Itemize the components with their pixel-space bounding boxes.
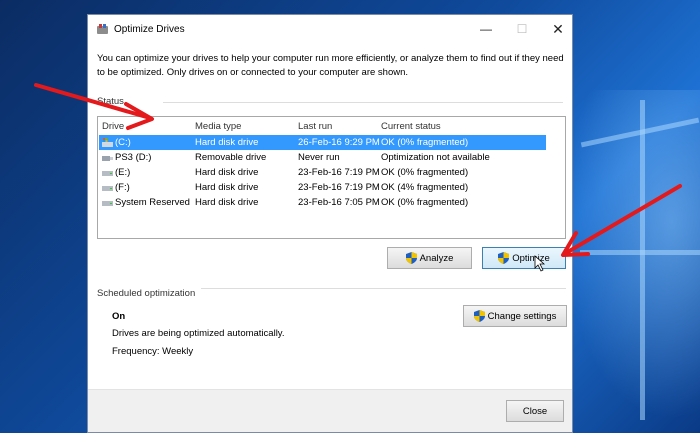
close-window-button[interactable]: ✕ [544, 19, 572, 39]
drive-last-run: 23-Feb-16 7:19 PM [298, 167, 380, 178]
drive-name: (F:) [115, 182, 130, 193]
drive-media-type: Removable drive [195, 152, 267, 163]
close-button-label: Close [522, 405, 548, 417]
drive-current-status: OK (4% fragmented) [381, 182, 469, 193]
optimize-button-label: Optimize [512, 252, 550, 264]
maximize-button[interactable]: ☐ [508, 19, 536, 39]
column-header-drive[interactable]: Drive [102, 121, 124, 132]
hard-drive-icon [102, 186, 113, 191]
red-arrow-icon [561, 184, 682, 257]
drive-name: (C:) [115, 137, 131, 148]
status-group-divider [163, 102, 563, 103]
schedule-message: Drives are being optimized automatically… [112, 328, 285, 339]
drive-name: PS3 (D:) [115, 152, 152, 163]
window-description: You can optimize your drives to help you… [97, 53, 564, 78]
scheduled-group-label: Scheduled optimization [97, 288, 202, 299]
drive-media-type: Hard disk drive [195, 167, 259, 178]
close-button[interactable]: Close [506, 400, 564, 422]
uac-shield-icon [498, 252, 510, 264]
drive-last-run: 23-Feb-16 7:19 PM [298, 182, 380, 193]
status-group-label: Status [97, 96, 130, 107]
drive-row-f[interactable]: (F:) Hard disk drive 23-Feb-16 7:19 PM O… [99, 180, 546, 195]
desktop-wallpaper-glow [560, 90, 700, 420]
window-title: Optimize Drives [114, 24, 185, 35]
drive-name: (E:) [115, 167, 131, 178]
drive-media-type: Hard disk drive [195, 137, 259, 148]
schedule-state: On [112, 311, 126, 322]
drive-row-e[interactable]: (E:) Hard disk drive 23-Feb-16 7:19 PM O… [99, 165, 546, 180]
windows-drive-icon [102, 138, 113, 147]
analyze-button-label: Analyze [419, 252, 454, 264]
drive-current-status: OK (0% fragmented) [381, 167, 469, 178]
drive-name: System Reserved [115, 197, 190, 208]
drive-current-status: OK (0% fragmented) [381, 137, 469, 148]
drive-current-status: OK (0% fragmented) [381, 197, 469, 208]
wallpaper-light-beam [640, 100, 645, 420]
drive-row-system-reserved[interactable]: System Reserved Hard disk drive 23-Feb-1… [99, 195, 546, 210]
drive-last-run: Never run [298, 152, 340, 163]
uac-shield-icon [405, 252, 417, 264]
column-header-media-type[interactable]: Media type [195, 121, 241, 132]
minimize-button[interactable]: — [472, 19, 500, 39]
column-header-current-status[interactable]: Current status [381, 121, 441, 132]
drive-current-status: Optimization not available [381, 152, 490, 163]
drive-row-c[interactable]: (C:) Hard disk drive 26-Feb-16 9:29 PM O… [99, 135, 546, 150]
schedule-frequency: Frequency: Weekly [112, 346, 194, 357]
title-bar[interactable]: Optimize Drives — ☐ ✕ [88, 15, 572, 43]
usb-drive-icon [102, 156, 113, 161]
change-settings-button-label: Change settings [487, 310, 557, 322]
optimize-drives-window: Optimize Drives — ☐ ✕ You can optimize y… [87, 14, 573, 433]
hard-drive-icon [102, 201, 113, 206]
uac-shield-icon [473, 310, 485, 322]
dialog-footer: Close [88, 389, 572, 432]
analyze-button[interactable]: Analyze [387, 247, 472, 269]
change-settings-button[interactable]: Change settings [463, 305, 567, 327]
drives-list[interactable]: Drive Media type Last run Current status… [97, 116, 566, 239]
column-header-last-run[interactable]: Last run [298, 121, 332, 132]
drive-media-type: Hard disk drive [195, 197, 259, 208]
drive-last-run: 23-Feb-16 7:05 PM [298, 197, 380, 208]
optimize-button[interactable]: Optimize [482, 247, 566, 269]
drive-media-type: Hard disk drive [195, 182, 259, 193]
drive-row-d[interactable]: PS3 (D:) Removable drive Never run Optim… [99, 150, 546, 165]
defrag-app-icon [97, 24, 108, 34]
drives-list-header: Drive Media type Last run Current status [98, 117, 565, 135]
hard-drive-icon [102, 171, 113, 176]
drive-last-run: 26-Feb-16 9:29 PM [298, 137, 380, 148]
